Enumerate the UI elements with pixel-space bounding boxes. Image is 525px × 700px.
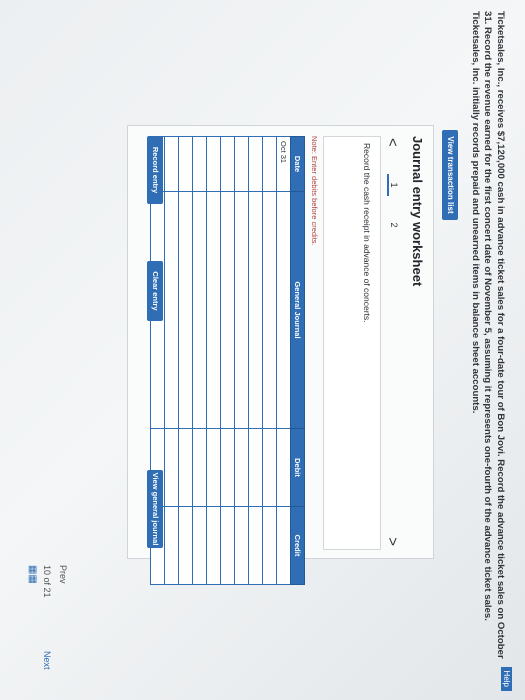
account-cell[interactable] — [262, 191, 277, 429]
next-arrow-icon[interactable]: > — [384, 537, 401, 546]
account-cell[interactable] — [248, 191, 263, 429]
screen: Help Ticketsales, Inc., receives $7,120,… — [0, 0, 525, 700]
debit-cell[interactable] — [234, 428, 249, 507]
credit-cell[interactable] — [164, 506, 179, 585]
table-row — [206, 136, 221, 585]
problem-statement: Ticketsales, Inc., receives $7,120,000 c… — [470, 11, 506, 659]
date-cell[interactable] — [178, 136, 193, 192]
account-cell[interactable] — [192, 191, 207, 429]
table-row — [262, 136, 277, 585]
table-row — [234, 136, 249, 585]
table-row — [164, 136, 179, 585]
credit-cell[interactable] — [178, 506, 193, 585]
date-cell[interactable] — [262, 136, 277, 192]
view-general-journal-button[interactable]: View general journal — [147, 470, 163, 548]
credit-cell[interactable] — [248, 506, 263, 585]
date-cell[interactable] — [220, 136, 235, 192]
worksheet-title: Journal entry worksheet — [410, 136, 425, 287]
journal-table: Date General Journal Debit Credit Oct 31 — [150, 136, 305, 585]
page-tab-2[interactable]: 2 — [389, 214, 399, 236]
instruction-text: Record the cash receipt in advance of co… — [362, 143, 372, 323]
table-row — [178, 136, 193, 585]
header-debit: Debit — [290, 428, 305, 507]
page-tab-1[interactable]: 1 — [387, 174, 399, 196]
debit-cell[interactable] — [164, 428, 179, 507]
view-transaction-list-button[interactable]: View transaction list — [442, 130, 458, 220]
debit-cell[interactable] — [192, 428, 207, 507]
table-header-row: Date General Journal Debit Credit — [290, 136, 305, 585]
date-cell[interactable] — [192, 136, 207, 192]
debit-cell[interactable] — [276, 428, 291, 507]
note-text: Note: Enter debits before credits. — [310, 136, 319, 246]
debit-cell[interactable] — [248, 428, 263, 507]
question-counter: 10 of 21 — [42, 565, 52, 598]
date-cell[interactable] — [234, 136, 249, 192]
date-cell[interactable] — [248, 136, 263, 192]
prev-arrow-icon[interactable]: < — [384, 138, 401, 147]
debit-cell[interactable] — [262, 428, 277, 507]
table-row: Oct 31 — [276, 136, 291, 585]
prev-link[interactable]: Prev — [58, 565, 68, 584]
account-cell[interactable] — [276, 191, 291, 429]
header-credit: Credit — [290, 506, 305, 585]
table-row — [192, 136, 207, 585]
footer-navigation: Prev 10 of 21 ▦▦ Next — [24, 565, 74, 685]
account-cell[interactable] — [234, 191, 249, 429]
account-cell[interactable] — [220, 191, 235, 429]
account-cell[interactable] — [178, 191, 193, 429]
table-row — [220, 136, 235, 585]
clear-entry-button[interactable]: Clear entry — [147, 261, 163, 321]
worksheet-buttons: Record entry Clear entry View general jo… — [145, 136, 163, 548]
header-general-journal: General Journal — [290, 191, 305, 429]
header-date: Date — [290, 136, 305, 192]
credit-cell[interactable] — [220, 506, 235, 585]
next-link[interactable]: Next — [42, 651, 52, 670]
instruction-box: Record the cash receipt in advance of co… — [323, 136, 381, 550]
worksheet-pager: < 1 2 > — [383, 136, 401, 548]
rotated-page: Help Ticketsales, Inc., receives $7,120,… — [4, 5, 514, 695]
credit-cell[interactable] — [276, 506, 291, 585]
credit-cell[interactable] — [206, 506, 221, 585]
date-cell[interactable] — [164, 136, 179, 192]
debit-cell[interactable] — [178, 428, 193, 507]
account-cell[interactable] — [206, 191, 221, 429]
date-cell[interactable]: Oct 31 — [276, 136, 291, 192]
date-cell[interactable] — [206, 136, 221, 192]
account-cell[interactable] — [164, 191, 179, 429]
record-entry-button[interactable]: Record entry — [147, 136, 163, 204]
credit-cell[interactable] — [262, 506, 277, 585]
journal-entry-worksheet: Journal entry worksheet < 1 2 > Record t… — [127, 125, 434, 585]
debit-cell[interactable] — [220, 428, 235, 507]
grid-icon[interactable]: ▦▦ — [27, 565, 38, 584]
table-row — [248, 136, 263, 585]
credit-cell[interactable] — [192, 506, 207, 585]
debit-cell[interactable] — [206, 428, 221, 507]
credit-cell[interactable] — [234, 506, 249, 585]
